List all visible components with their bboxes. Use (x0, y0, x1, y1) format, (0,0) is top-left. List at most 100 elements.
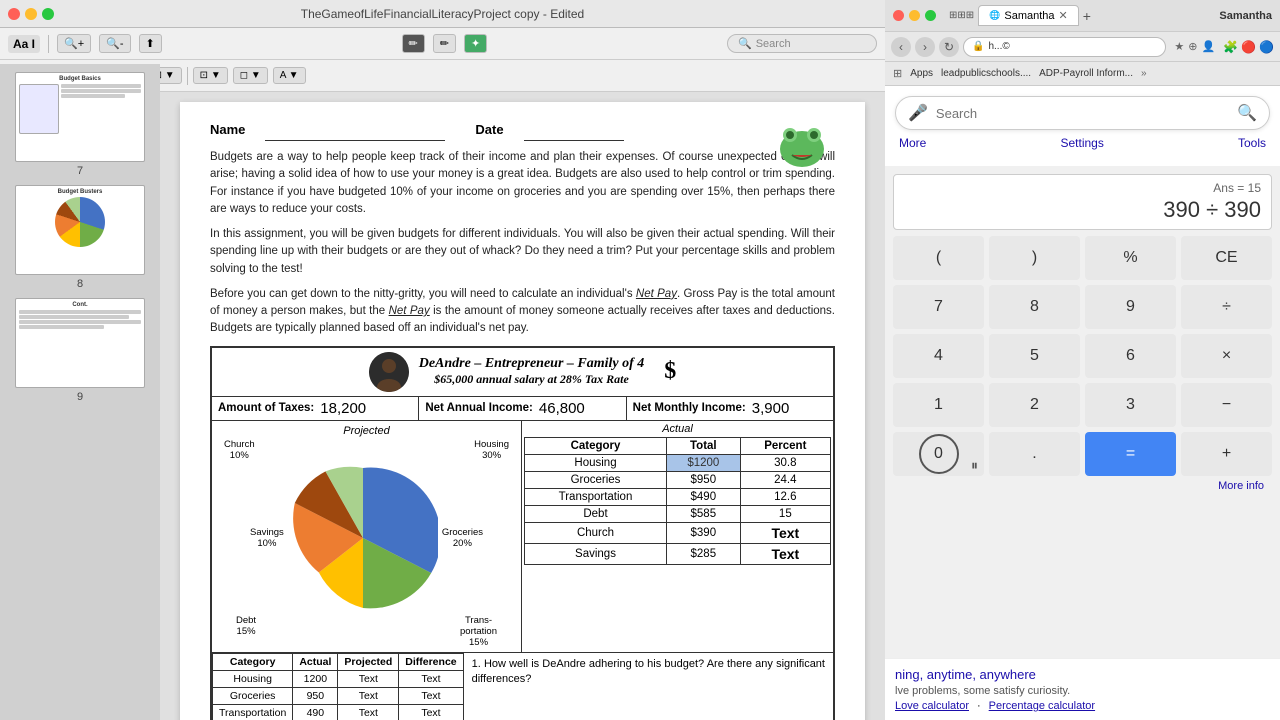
style-button[interactable]: ◻ ▼ (233, 67, 268, 84)
six-button[interactable]: 6 (1085, 334, 1176, 378)
edit-button[interactable]: ✏ (402, 34, 425, 53)
paren-close-button[interactable]: ) (989, 236, 1080, 280)
cursor-button[interactable]: ✦ (464, 34, 487, 53)
browser-tab-active[interactable]: 🌐 Samantha ✕ (978, 5, 1079, 26)
budget-section: DeAndre – Entrepreneur – Family of 4 $65… (210, 346, 835, 720)
plus-button[interactable]: + (1181, 432, 1272, 476)
ce-button[interactable]: CE (1181, 236, 1272, 280)
zero-button[interactable]: 0 ⏸ (893, 432, 984, 476)
row-debt-cat: Debt (525, 505, 667, 522)
four-button[interactable]: 4 (893, 334, 984, 378)
ad-link-separator: · (977, 700, 981, 712)
browser-toolbar-icons: ★ ⊕ 👤 (1174, 40, 1215, 53)
divide-button[interactable]: ÷ (1181, 285, 1272, 329)
maximize-button[interactable] (42, 8, 54, 20)
pencil-button[interactable]: ✏ (433, 34, 456, 53)
zero-circle: 0 (919, 434, 959, 474)
row-transport-total: $490 (667, 488, 741, 505)
font-selector[interactable]: Aa I (8, 35, 40, 53)
one-button[interactable]: 1 (893, 383, 984, 427)
ext-icon-1[interactable]: 🧩 (1223, 40, 1238, 54)
budget-main: Projected Church10% Housing30% Savings10… (212, 421, 833, 652)
bot-transport-diff: Text (399, 704, 463, 720)
decimal-button[interactable]: . (989, 432, 1080, 476)
table-row: Housing 1200 Text Text (213, 670, 464, 687)
percent-button[interactable]: % (1085, 236, 1176, 280)
google-search-area: 🎤 🔍 More Settings Tools (885, 86, 1280, 166)
projected-label: Projected (216, 425, 517, 437)
arrange-button[interactable]: ⊡ ▼ (193, 67, 228, 84)
share-button[interactable]: ⬆ (139, 34, 162, 53)
minus-button[interactable]: − (1181, 383, 1272, 427)
net-pay-italic: Net Pay (636, 288, 677, 300)
more-info-link[interactable]: More info (893, 476, 1272, 496)
reload-button[interactable]: ↻ (939, 37, 959, 57)
new-tab-button[interactable]: + (1083, 8, 1091, 24)
tab-area: ⊞⊞⊞ 🌐 Samantha ✕ + (949, 5, 1214, 26)
net-monthly-value: 3,900 (752, 400, 790, 417)
bookmark-apps[interactable]: Apps (910, 68, 933, 79)
zoom-in-button[interactable]: 🔍+ (57, 34, 91, 53)
profile-icon[interactable]: 👤 (1201, 40, 1215, 53)
two-button[interactable]: 2 (989, 383, 1080, 427)
color-button[interactable]: A ▼ (273, 67, 306, 84)
page-thumb-8[interactable]: Budget Busters 8 (10, 185, 150, 290)
google-search-bar[interactable]: 🎤 🔍 (895, 96, 1270, 130)
page-thumb-9[interactable]: Cont. 9 (10, 298, 150, 403)
ext-icon-3[interactable]: 🔵 (1259, 40, 1274, 54)
extensions-icon[interactable]: ⊕ (1188, 40, 1197, 53)
google-search-icon[interactable]: 🔍 (1237, 103, 1257, 123)
church-label-top: Church10% (224, 439, 255, 461)
minimize-button[interactable] (25, 8, 37, 20)
ext-icon-2[interactable]: 🔴 (1241, 40, 1256, 54)
budget-table: Category Total Percent Housing $1200 (524, 437, 831, 565)
pct-calc-link[interactable]: Percentage calculator (989, 700, 1095, 712)
browser-minimize[interactable] (909, 10, 920, 21)
settings-link[interactable]: Settings (1060, 136, 1103, 150)
seven-button[interactable]: 7 (893, 285, 984, 329)
love-calc-link[interactable]: Love calculator (895, 700, 969, 712)
paren-open-button[interactable]: ( (893, 236, 984, 280)
back-button[interactable]: ‹ (891, 37, 911, 57)
table-row: Housing $1200 30.8 (525, 454, 831, 471)
close-button[interactable] (8, 8, 20, 20)
nine-button[interactable]: 9 (1085, 285, 1176, 329)
zoom-out-button[interactable]: 🔍- (99, 34, 130, 53)
right-panel: ⊞⊞⊞ 🌐 Samantha ✕ + Samantha ‹ › ↻ 🔒 h...… (885, 0, 1280, 720)
col-category: Category (525, 437, 667, 454)
bookmark-leadpublic[interactable]: leadpublicschools.... (941, 68, 1031, 79)
intro-para-1: Budgets are a way to help people keep tr… (210, 149, 835, 218)
search-input[interactable] (936, 106, 1229, 121)
more-link[interactable]: More (899, 136, 926, 150)
equals-button[interactable]: = (1085, 432, 1176, 476)
ad-section: ning, anytime, anywhere lve problems, so… (885, 658, 1280, 720)
multiply-button[interactable]: × (1181, 334, 1272, 378)
ad-sub-text: lve problems, some satisfy curiosity. (895, 685, 1070, 697)
tab-close-button[interactable]: ✕ (1059, 9, 1068, 22)
net-monthly-label: Net Monthly Income: (633, 402, 746, 414)
col-percent: Percent (740, 437, 830, 454)
intro-para-3: Before you can get down to the nitty-gri… (210, 286, 835, 338)
bookmarks-more[interactable]: » (1141, 68, 1147, 79)
browser-close[interactable] (893, 10, 904, 21)
pie-chart (288, 463, 438, 613)
page-7-num: 7 (77, 165, 83, 177)
eight-button[interactable]: 8 (989, 285, 1080, 329)
tools-link[interactable]: Tools (1238, 136, 1266, 150)
bot-col-actual: Actual (293, 653, 338, 670)
forward-button[interactable]: › (915, 37, 935, 57)
three-button[interactable]: 3 (1085, 383, 1176, 427)
row-church-cat: Church (525, 522, 667, 543)
page-thumb-7[interactable]: Budget Basics 7 (10, 92, 150, 177)
search-box[interactable]: 🔍 Search (727, 34, 877, 53)
url-bar[interactable]: 🔒 h...© (963, 37, 1166, 57)
bookmark-icon[interactable]: ★ (1174, 40, 1184, 53)
browser-maximize[interactable] (925, 10, 936, 21)
five-button[interactable]: 5 (989, 334, 1080, 378)
taxes-label: Amount of Taxes: (218, 402, 314, 414)
mic-icon[interactable]: 🎤 (908, 103, 928, 123)
budget-name-title: DeAndre – Entrepreneur – Family of 4 (419, 356, 645, 372)
table-row: Transportation 490 Text Text (213, 704, 464, 720)
row-housing-total: $1200 (667, 454, 741, 471)
bookmark-adp[interactable]: ADP-Payroll Inform... (1039, 68, 1133, 79)
